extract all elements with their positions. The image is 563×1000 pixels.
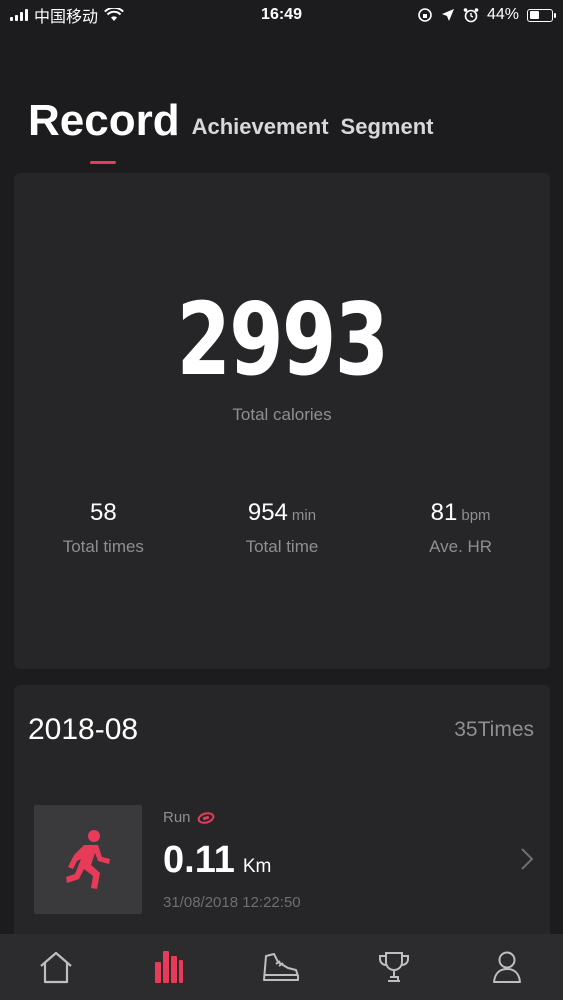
stat-label: Total time [245,537,319,556]
summary-card: 2993 Total calories 58 Total times 954 mi… [14,173,550,669]
screen-rotation-lock-icon [418,8,432,22]
nav-achievements[interactable] [364,937,424,997]
status-time: 16:49 [261,6,302,23]
nav-profile[interactable] [477,937,537,997]
active-tab-indicator [90,161,116,165]
chevron-right-icon [521,848,534,870]
battery-icon [527,8,556,22]
activity-distance-unit: Km [242,856,272,877]
wifi-icon [104,8,124,21]
month-card: 2018-08 35Times Run 0.11 Km 31/08/2018 12… [14,685,550,945]
nav-activity[interactable] [251,937,311,997]
profile-icon [492,951,521,983]
nav-home[interactable] [26,937,86,997]
stat-value: 58 [89,499,117,526]
tab-bar: Record Achievement Segment [28,96,434,165]
activity-distance-value: 0.11 [163,839,235,881]
battery-level [529,11,539,19]
activity-thumbnail [34,805,142,914]
stats-row: 58 Total times 954 min Total time 81 bpm A… [14,499,550,557]
alarm-icon [463,8,479,23]
carrier-name: 中国移动 [34,9,99,26]
stat-value: 81 [430,499,458,526]
bottom-nav [0,934,563,1000]
battery-percent: 44% [486,6,519,23]
tab-achievement[interactable]: Achievement [192,114,329,144]
total-calories-value: 2993 [176,281,389,398]
nav-stats[interactable] [139,937,199,997]
stat-unit: min [291,507,317,524]
stat-value: 954 [247,499,288,526]
stat-total-time: 954 min Total time [193,499,372,557]
activity-type: Run [163,809,215,826]
signal-icon [10,9,28,21]
month-count: 35Times [454,718,534,741]
tab-segment[interactable]: Segment [341,114,434,144]
status-bar: 中国移动 16:49 44% [0,0,563,30]
shoe-icon [263,953,300,981]
stat-ave-hr: 81 bpm Ave. HR [371,499,550,557]
band-icon [197,811,214,824]
month-title: 2018-08 [28,713,139,746]
running-person-icon [66,829,110,889]
activity-type-label: Run [163,809,191,826]
status-left: 中国移动 [10,3,124,27]
stat-label: Total times [62,537,144,556]
activity-distance: 0.11 Km [163,839,271,882]
tab-record[interactable]: Record [28,96,180,165]
home-icon [40,951,73,984]
trophy-icon [379,952,410,982]
activity-datetime: 31/08/2018 12:22:50 [163,894,301,911]
total-calories-label: Total calories [232,405,332,424]
location-icon [441,9,454,21]
stat-label: Ave. HR [429,537,493,556]
stat-unit: bpm [461,507,491,524]
stats-icon [154,951,183,983]
tab-record-label: Record [28,96,180,145]
status-right: 44% [417,6,556,24]
stat-total-times: 58 Total times [14,499,193,557]
activity-item[interactable]: Run 0.11 Km 31/08/2018 12:22:50 [34,805,534,915]
